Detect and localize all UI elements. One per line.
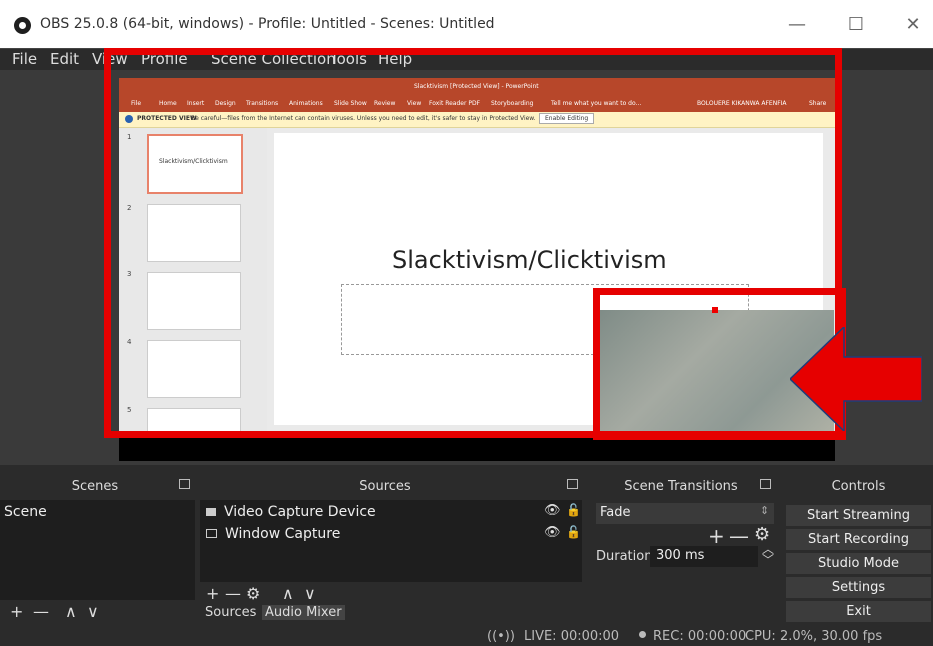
move-source-up-button[interactable]: ∧ bbox=[282, 584, 294, 603]
live-time: LIVE: 00:00:00 bbox=[524, 629, 620, 644]
sources-dock-title: Sources bbox=[359, 479, 411, 494]
move-scene-down-button[interactable]: ∨ bbox=[87, 602, 99, 621]
move-scene-up-button[interactable]: ∧ bbox=[65, 602, 77, 621]
red-arrow-icon bbox=[790, 327, 922, 431]
obs-logo-icon bbox=[14, 17, 31, 34]
tab-audio-mixer[interactable]: Audio Mixer bbox=[262, 605, 345, 620]
tab-sources[interactable]: Sources bbox=[203, 605, 259, 620]
duration-value: 300 ms bbox=[656, 548, 705, 563]
eye-icon[interactable]: 👁 bbox=[544, 503, 561, 518]
source-label: Window Capture bbox=[225, 526, 341, 542]
window-title-bar: OBS 25.0.8 (64-bit, windows) - Profile: … bbox=[0, 0, 933, 48]
duration-input[interactable]: 300 ms bbox=[650, 546, 758, 567]
remove-transition-button[interactable]: — bbox=[729, 524, 749, 548]
maximize-button[interactable]: ☐ bbox=[836, 10, 876, 40]
add-transition-button[interactable]: + bbox=[708, 524, 725, 548]
source-item-video-capture[interactable]: Video Capture Device bbox=[206, 504, 376, 520]
transition-selected: Fade bbox=[600, 505, 631, 520]
dropdown-chevron-icon: ⇕ bbox=[760, 504, 770, 517]
minimize-button[interactable]: — bbox=[777, 10, 817, 40]
remove-scene-button[interactable]: — bbox=[33, 602, 49, 621]
scenes-dock-title: Scenes bbox=[71, 479, 119, 494]
start-recording-button[interactable]: Start Recording bbox=[786, 529, 931, 550]
exit-button[interactable]: Exit bbox=[786, 601, 931, 622]
menu-edit[interactable]: Edit bbox=[50, 50, 79, 68]
menu-file[interactable]: File bbox=[12, 50, 37, 68]
start-streaming-button[interactable]: Start Streaming bbox=[786, 505, 931, 526]
settings-button[interactable]: Settings bbox=[786, 577, 931, 598]
scenes-list[interactable]: Scene bbox=[0, 500, 195, 600]
remove-source-button[interactable]: — bbox=[225, 584, 241, 603]
sources-list[interactable]: Video Capture Device Window Capture 👁 🔓 … bbox=[200, 500, 582, 582]
window-title: OBS 25.0.8 (64-bit, windows) - Profile: … bbox=[40, 16, 495, 32]
close-button[interactable]: ✕ bbox=[893, 10, 933, 40]
source-item-window-capture[interactable]: Window Capture bbox=[206, 526, 340, 542]
undock-icon[interactable] bbox=[179, 479, 190, 489]
scene-item[interactable]: Scene bbox=[4, 504, 47, 520]
rec-time: REC: 00:00:00 bbox=[653, 629, 747, 644]
window-icon bbox=[206, 529, 217, 538]
source-label: Video Capture Device bbox=[224, 504, 376, 520]
cpu-fps: CPU: 2.0%, 30.00 fps bbox=[745, 629, 883, 644]
move-source-down-button[interactable]: ∨ bbox=[304, 584, 316, 603]
undock-icon[interactable] bbox=[567, 479, 578, 489]
transitions-dock-title: Scene Transitions bbox=[624, 479, 738, 494]
status-bar: ((•)) LIVE: 00:00:00 REC: 00:00:00 CPU: … bbox=[0, 625, 933, 646]
duration-stepper-icon[interactable]: ︿ ﹀ bbox=[762, 543, 774, 566]
undock-icon[interactable] bbox=[760, 479, 771, 489]
controls-dock-title: Controls bbox=[831, 479, 886, 494]
eye-icon[interactable]: 👁 bbox=[544, 525, 561, 540]
camera-icon bbox=[206, 508, 216, 516]
duration-label: Duration bbox=[596, 549, 653, 564]
live-indicator-icon: ((•)) bbox=[487, 629, 515, 644]
add-scene-button[interactable]: + bbox=[10, 602, 23, 621]
rec-indicator-icon bbox=[639, 631, 646, 638]
studio-mode-button[interactable]: Studio Mode bbox=[786, 553, 931, 574]
lock-icon[interactable]: 🔓 bbox=[566, 525, 581, 539]
lock-icon[interactable]: 🔓 bbox=[566, 503, 581, 517]
transition-select[interactable]: Fade ⇕ bbox=[596, 503, 774, 524]
source-properties-gear-icon[interactable]: ⚙ bbox=[246, 584, 260, 603]
add-source-button[interactable]: + bbox=[206, 584, 219, 603]
